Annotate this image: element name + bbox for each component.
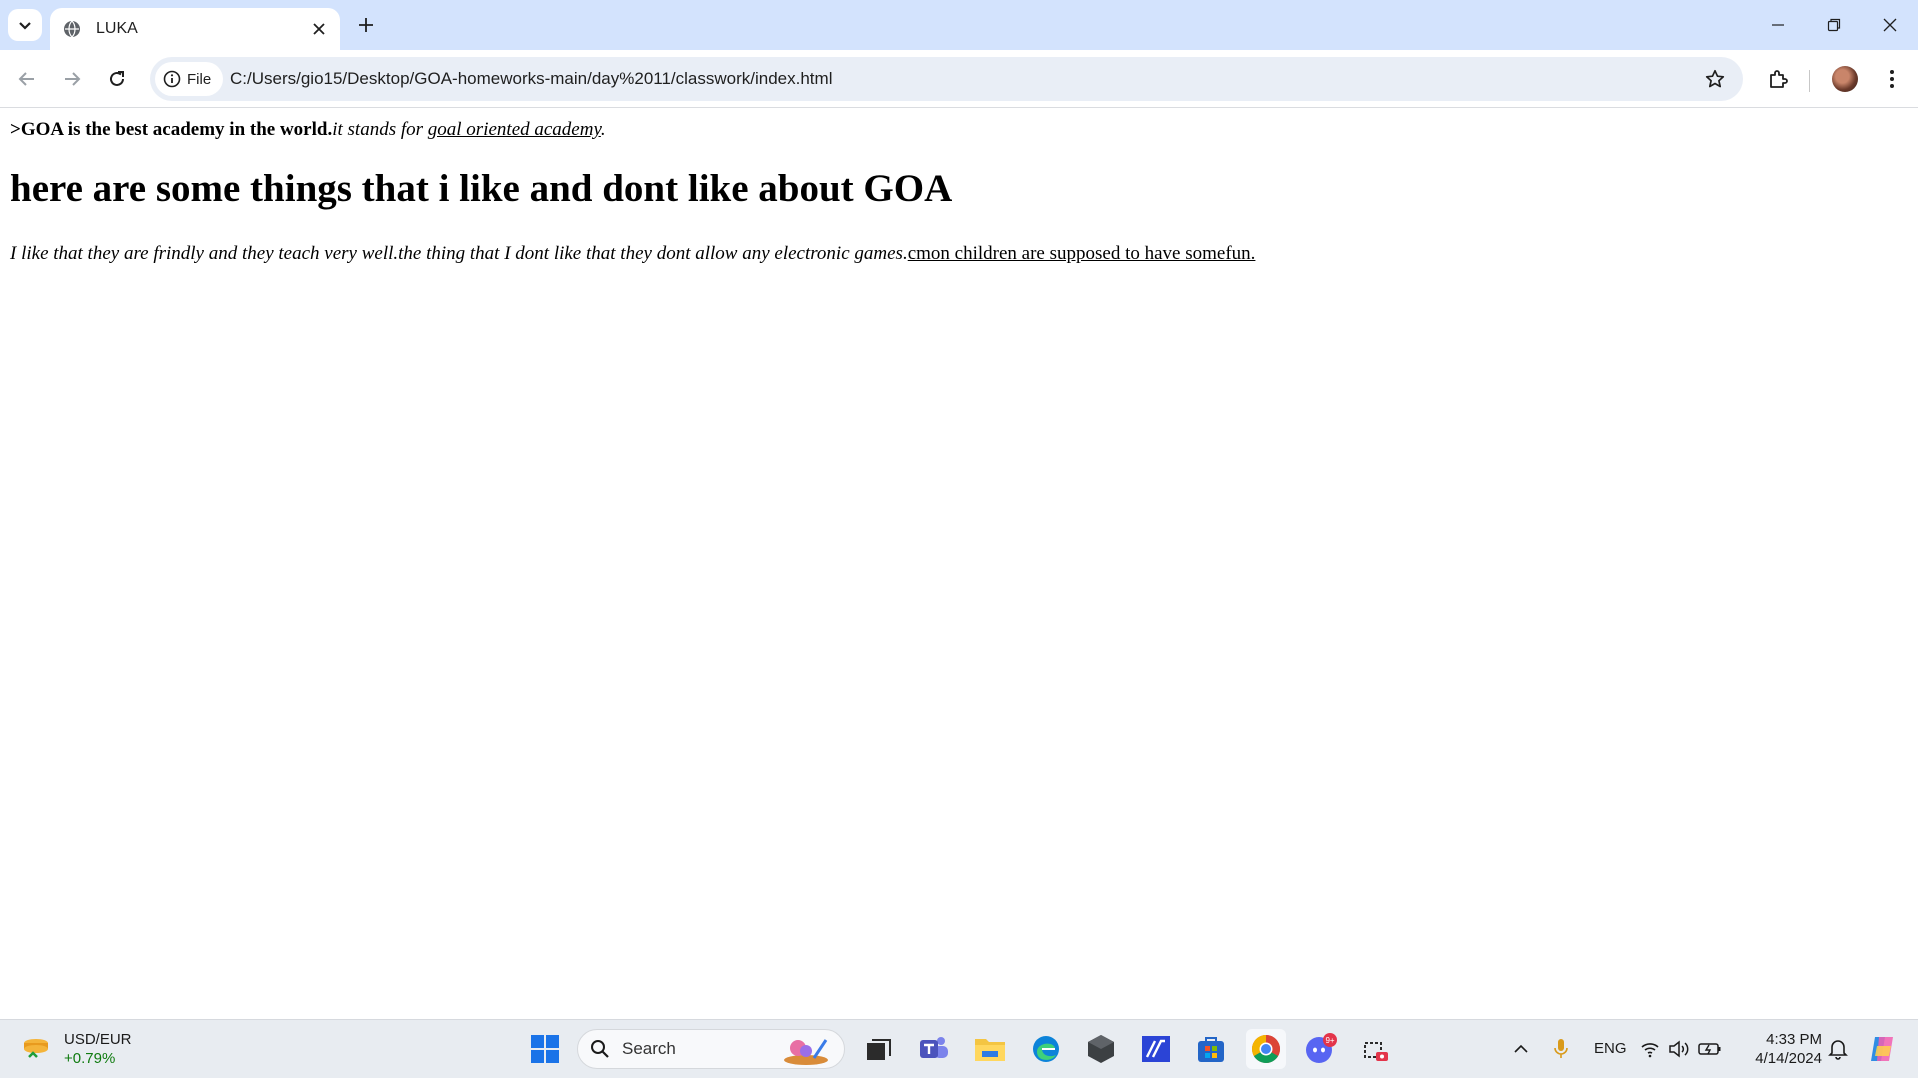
reload-button[interactable] bbox=[100, 62, 134, 96]
back-arrow-icon bbox=[18, 72, 34, 86]
opinion-paragraph: I like that they are frindly and they te… bbox=[10, 243, 1255, 265]
app-icon bbox=[1142, 1036, 1170, 1062]
close-window-button[interactable] bbox=[1862, 0, 1918, 50]
app-button-1[interactable] bbox=[1081, 1029, 1121, 1069]
discord-button[interactable]: 9+ bbox=[1301, 1029, 1341, 1069]
minimize-icon bbox=[1772, 24, 1784, 26]
edge-icon bbox=[1033, 1036, 1059, 1062]
notifications-button[interactable] bbox=[1818, 1029, 1858, 1069]
site-info-chip[interactable]: File bbox=[155, 62, 224, 96]
avatar bbox=[1832, 66, 1858, 92]
show-hidden-icons-button[interactable] bbox=[1501, 1029, 1541, 1069]
new-tab-button[interactable] bbox=[352, 11, 380, 39]
quick-settings-button[interactable] bbox=[1636, 1029, 1726, 1069]
puzzle-icon bbox=[1770, 70, 1788, 88]
intro-underlined-text: goal oriented academy bbox=[427, 119, 601, 140]
clock[interactable]: 4:33 PM 4/14/2024 bbox=[1732, 1030, 1822, 1068]
discord-icon: 9+ bbox=[1306, 1033, 1337, 1063]
clock-date: 4/14/2024 bbox=[1755, 1050, 1822, 1067]
coins-icon bbox=[24, 1039, 48, 1058]
back-button[interactable] bbox=[10, 62, 44, 96]
edge-button[interactable] bbox=[1026, 1029, 1066, 1069]
close-icon bbox=[1883, 18, 1897, 32]
browser-toolbar: File C:/Users/gio15/Desktop/GOA-homework… bbox=[0, 50, 1918, 108]
page-heading: here are some things that i like and don… bbox=[10, 167, 953, 210]
widget-title: USD/EUR bbox=[64, 1031, 132, 1048]
app-icon bbox=[1088, 1035, 1114, 1063]
store-button[interactable] bbox=[1191, 1029, 1231, 1069]
app-button-2[interactable] bbox=[1136, 1029, 1176, 1069]
discord-badge: 9+ bbox=[1325, 1036, 1334, 1045]
kebab-menu-icon bbox=[1890, 70, 1894, 88]
minimize-button[interactable] bbox=[1750, 0, 1806, 50]
wifi-icon bbox=[1641, 1043, 1659, 1058]
microphone-button[interactable] bbox=[1541, 1029, 1581, 1069]
file-explorer-button[interactable] bbox=[970, 1029, 1010, 1069]
url-text[interactable]: C:/Users/gio15/Desktop/GOA-homeworks-mai… bbox=[230, 69, 832, 89]
toolbar-separator bbox=[1809, 70, 1810, 92]
bookmark-button[interactable] bbox=[1701, 65, 1729, 93]
forward-button[interactable] bbox=[55, 62, 89, 96]
task-view-button[interactable] bbox=[859, 1029, 899, 1069]
tab-search-button[interactable] bbox=[8, 9, 42, 41]
chrome-button[interactable] bbox=[1246, 1029, 1286, 1069]
globe-icon bbox=[62, 19, 82, 39]
language-indicator[interactable]: ENG bbox=[1594, 1040, 1627, 1057]
restore-icon bbox=[1827, 18, 1841, 32]
battery-icon bbox=[1698, 1043, 1721, 1055]
widget-change: +0.79% bbox=[64, 1050, 116, 1067]
search-placeholder: Search bbox=[622, 1039, 676, 1058]
info-icon bbox=[163, 70, 181, 88]
windows-start-icon bbox=[531, 1035, 559, 1063]
taskbar-search[interactable]: Search bbox=[577, 1029, 845, 1069]
teams-icon bbox=[920, 1037, 948, 1058]
reload-icon bbox=[110, 71, 124, 86]
currency-widget[interactable]: USD/EUR +0.79% bbox=[20, 1030, 132, 1068]
file-explorer-icon bbox=[975, 1039, 1005, 1061]
browser-tab[interactable]: LUKA bbox=[50, 8, 340, 50]
snipping-tool-icon bbox=[1364, 1042, 1388, 1061]
windows-taskbar: USD/EUR +0.79% Search 9+ ENG 4:33 PM 4/1… bbox=[0, 1019, 1918, 1078]
copilot-icon bbox=[1871, 1037, 1893, 1061]
tab-strip: LUKA bbox=[0, 0, 1918, 50]
chevron-down-icon bbox=[19, 22, 31, 30]
volume-icon bbox=[1669, 1040, 1689, 1058]
chrome-icon bbox=[1252, 1035, 1280, 1063]
page-content: >GOA is the best academy in the world.it… bbox=[0, 109, 1918, 1019]
tab-title: LUKA bbox=[96, 20, 138, 37]
snipping-tool-button[interactable] bbox=[1356, 1029, 1396, 1069]
notification-bell-icon bbox=[1828, 1040, 1848, 1060]
intro-italic-text: it stands for bbox=[332, 119, 428, 140]
forward-arrow-icon bbox=[65, 72, 81, 86]
site-info-label: File bbox=[187, 70, 212, 88]
address-bar[interactable]: File C:/Users/gio15/Desktop/GOA-homework… bbox=[150, 57, 1743, 101]
search-icon bbox=[591, 1040, 609, 1058]
search-highlight-icon bbox=[784, 1039, 828, 1065]
intro-end-text: . bbox=[600, 119, 606, 140]
star-icon bbox=[1705, 69, 1725, 88]
chevron-up-icon bbox=[1514, 1044, 1528, 1053]
microphone-icon bbox=[1554, 1039, 1568, 1058]
copilot-button[interactable] bbox=[1862, 1029, 1902, 1069]
browser-menu-button[interactable] bbox=[1875, 62, 1909, 96]
restore-button[interactable] bbox=[1806, 0, 1862, 50]
clock-time: 4:33 PM bbox=[1766, 1031, 1822, 1048]
profile-button[interactable] bbox=[1828, 62, 1862, 96]
intro-paragraph: >GOA is the best academy in the world.it… bbox=[10, 119, 606, 141]
start-button[interactable] bbox=[525, 1029, 565, 1069]
opinion-italic-text: I like that they are frindly and they te… bbox=[10, 243, 908, 264]
intro-bold-text: >GOA is the best academy in the world. bbox=[10, 119, 333, 140]
close-tab-icon[interactable] bbox=[308, 18, 330, 40]
teams-button[interactable] bbox=[914, 1029, 954, 1069]
store-icon bbox=[1198, 1037, 1224, 1062]
plus-icon bbox=[359, 18, 373, 32]
extensions-button[interactable] bbox=[1761, 62, 1795, 96]
opinion-underlined-text: cmon children are supposed to have somef… bbox=[907, 243, 1256, 264]
task-view-icon bbox=[867, 1039, 891, 1060]
